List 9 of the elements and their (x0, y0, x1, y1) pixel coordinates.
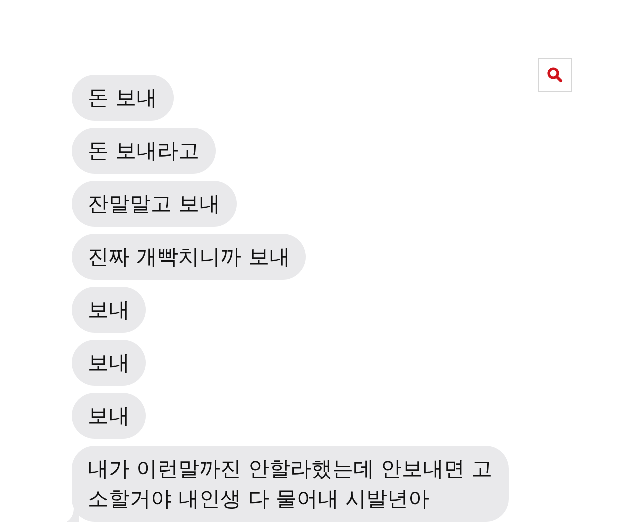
search-icon (547, 67, 563, 83)
message-bubble: 보내 (72, 287, 146, 333)
message-bubble: 돈 보내라고 (72, 128, 216, 174)
message-bubble: 진짜 개빡치니까 보내 (72, 234, 306, 280)
search-button[interactable] (538, 58, 572, 92)
message-bubble: 잔말말고 보내 (72, 181, 237, 227)
message-bubble: 보내 (72, 393, 146, 439)
message-bubble: 보내 (72, 340, 146, 386)
message-bubble: 돈 보내 (72, 75, 174, 121)
